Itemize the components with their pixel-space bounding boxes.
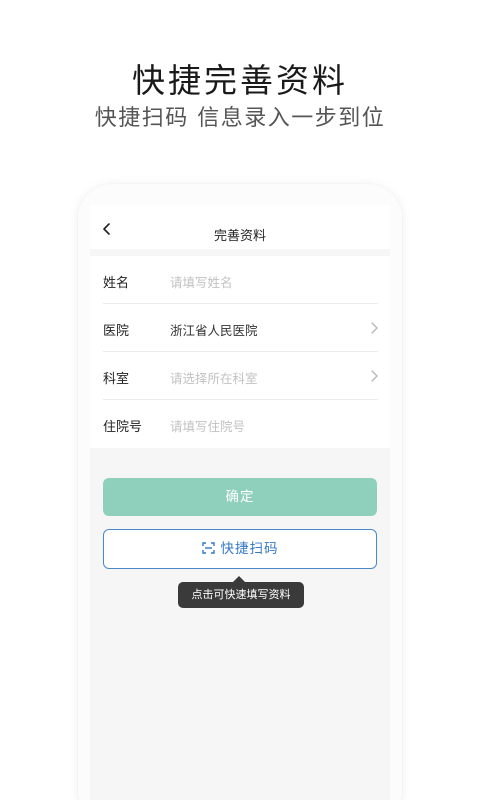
app-showcase: 快捷完善资料 快捷扫码 信息录入一步到位 完善资料 姓名 请填写姓名 医院 浙江…	[0, 0, 480, 800]
chevron-right-icon	[371, 322, 378, 334]
field-label: 住院号	[103, 420, 143, 435]
field-label: 姓名	[103, 276, 130, 291]
field-label: 科室	[103, 372, 130, 387]
hospital-select[interactable]: 浙江省人民医院	[170, 320, 258, 339]
scan-tooltip: 点击可快速填写资料	[178, 582, 304, 608]
page-title: 完善资料	[213, 229, 266, 244]
field-label: 医院	[103, 324, 130, 339]
department-select[interactable]: 请选择所在科室	[170, 368, 258, 387]
hospital-field[interactable]: 医院 浙江省人民医院	[90, 304, 378, 352]
promo-subtitle: 快捷扫码 信息录入一步到位	[94, 106, 386, 131]
scan-icon	[201, 542, 215, 554]
admission-number-input[interactable]: 请填写住院号	[170, 416, 245, 435]
app-screen: 完善资料 姓名 请填写姓名 医院 浙江省人民医院 科室 请选择所在科室 住院号 …	[90, 205, 390, 800]
confirm-button[interactable]: 确定	[103, 478, 377, 516]
department-field[interactable]: 科室 请选择所在科室	[90, 352, 378, 400]
nav-bar: 完善资料	[90, 205, 390, 249]
quick-scan-label: 快捷扫码	[220, 541, 279, 557]
admission-number-field[interactable]: 住院号 请填写住院号	[90, 400, 378, 448]
chevron-right-icon	[371, 370, 378, 382]
name-field[interactable]: 姓名 请填写姓名	[90, 256, 378, 304]
promo-title: 快捷完善资料	[132, 61, 348, 100]
quick-scan-button[interactable]: 快捷扫码	[103, 529, 377, 569]
name-input[interactable]: 请填写姓名	[170, 272, 233, 291]
profile-form: 姓名 请填写姓名 医院 浙江省人民医院 科室 请选择所在科室 住院号 请填写住院…	[90, 256, 390, 448]
